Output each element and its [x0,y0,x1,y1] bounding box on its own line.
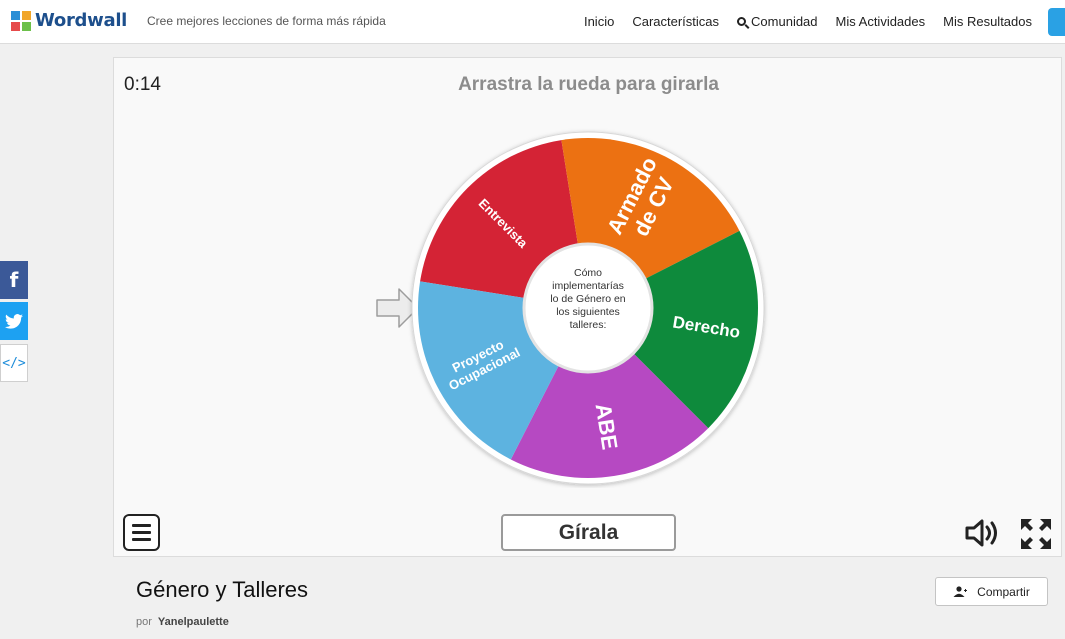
logo[interactable]: Wordwall [11,10,127,31]
share-label: Compartir [977,584,1030,599]
spin-button[interactable]: Gírala [501,514,676,551]
top-nav-bar: Wordwall Cree mejores lecciones de forma… [0,0,1065,44]
nav-mis-actividades[interactable]: Mis Actividades [836,14,926,29]
sound-icon[interactable] [964,518,1000,548]
main-nav: Inicio Características Comunidad Mis Act… [566,14,1032,29]
person-icon [953,586,968,597]
author-line: por Yanelpaulette [136,616,229,628]
timer: 0:14 [124,74,161,95]
nav-comunidad[interactable]: Comunidad [737,14,818,29]
account-button[interactable] [1048,8,1065,36]
menu-button[interactable] [123,514,160,551]
facebook-share-button[interactable]: f [0,261,28,299]
author-name[interactable]: Yanelpaulette [158,616,229,628]
facebook-icon: f [9,268,19,292]
search-icon [737,17,747,26]
activity-title: Género y Talleres [136,577,309,602]
tagline: Cree mejores lecciones de forma más rápi… [147,14,386,28]
nav-caracteristicas[interactable]: Características [632,14,719,29]
nav-mis-resultados[interactable]: Mis Resultados [943,14,1032,29]
nav-comunidad-label: Comunidad [751,14,818,29]
twitter-icon [5,313,23,329]
by-label: por [136,616,152,628]
instruction-text: Arrastra la rueda para girarla [458,74,719,95]
brand-name: Wordwall [35,10,128,31]
nav-inicio[interactable]: Inicio [584,14,614,29]
menu-icon [132,524,151,527]
embed-share-button[interactable]: </> [0,344,28,382]
activity-panel: Arrastra la rueda para girarla 0:14 Entr… [113,57,1062,557]
logo-icon [11,10,31,31]
twitter-share-button[interactable] [0,302,28,340]
spinner-wheel[interactable]: Entrevista Armadode CV Derecho ABE ProyectoO… [372,128,772,488]
wheel-graphic[interactable]: Entrevista Armadode CVDerechoABEProyectoO… [372,128,772,488]
embed-icon: </> [2,355,26,371]
fullscreen-icon[interactable] [1018,516,1054,552]
share-button[interactable]: Compartir [935,577,1048,606]
